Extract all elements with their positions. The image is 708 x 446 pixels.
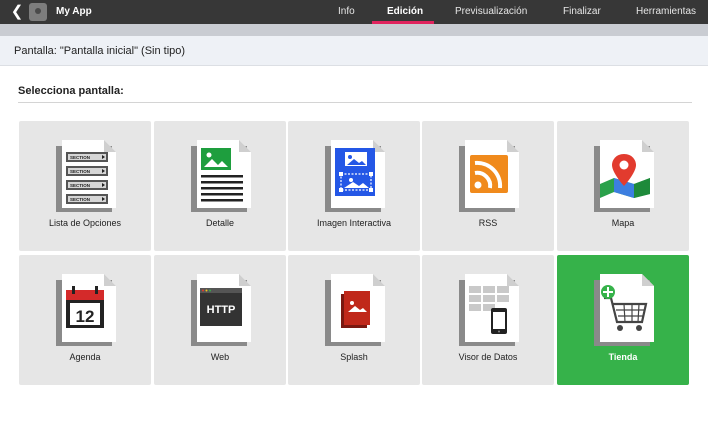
tile-label: Lista de Opciones [48, 218, 122, 228]
tile-visor-de-datos[interactable]: Visor de Datos [422, 255, 554, 385]
tile-rss[interactable]: RSS [422, 121, 554, 251]
tile-label: Tienda [608, 352, 638, 362]
section-list-icon: SECTION SECTION SECTION SECTION [56, 140, 116, 212]
interactive-image-icon [325, 140, 385, 212]
tile-detalle[interactable]: Detalle [154, 121, 286, 251]
app-icon [29, 3, 47, 21]
http-browser-icon: HTTP [191, 274, 251, 346]
svg-text:12: 12 [76, 307, 95, 326]
section-title: Selecciona pantalla: [18, 85, 124, 97]
tab-previsualizacion[interactable]: Previsualización [455, 0, 527, 24]
app-title: My App [56, 6, 92, 17]
section-divider [18, 102, 692, 103]
back-button[interactable]: ❮ [8, 3, 26, 21]
tile-web[interactable]: HTTP Web [154, 255, 286, 385]
calendar-icon: 12 [56, 274, 116, 346]
top-nav-bar: ❮ My App Info Edición Previsualización F… [0, 0, 708, 24]
tile-splash[interactable]: Splash [288, 255, 420, 385]
rss-icon [459, 140, 519, 212]
svg-text:SECTION: SECTION [70, 197, 90, 202]
chevron-left-icon: ❮ [10, 3, 24, 20]
tab-info[interactable]: Info [338, 0, 355, 24]
tile-label: Mapa [611, 218, 635, 228]
tile-label: Splash [340, 352, 368, 362]
tile-agenda[interactable]: 12 Agenda [19, 255, 151, 385]
svg-text:HTTP: HTTP [207, 304, 236, 316]
tile-label: Web [210, 352, 230, 362]
tab-finalizar[interactable]: Finalizar [563, 0, 601, 24]
tab-herramientas[interactable]: Herramientas [636, 0, 696, 24]
tile-label: Imagen Interactiva [316, 218, 392, 228]
svg-text:SECTION: SECTION [70, 169, 90, 174]
svg-text:SECTION: SECTION [70, 155, 90, 160]
splash-image-icon [325, 274, 385, 346]
tile-label: Detalle [205, 218, 234, 228]
current-screen-label: Pantalla: "Pantalla inicial" (Sin tipo) [14, 45, 186, 57]
tile-mapa[interactable]: Mapa [557, 121, 689, 251]
data-viewer-icon [459, 274, 519, 346]
tile-label: Visor de Datos [458, 352, 518, 362]
tile-lista-de-opciones[interactable]: SECTION SECTION SECTION SECTION Lista de… [19, 121, 151, 251]
tile-tienda[interactable]: Tienda [557, 255, 689, 385]
detail-page-icon [191, 140, 251, 212]
tile-imagen-interactiva[interactable]: Imagen Interactiva [288, 121, 420, 251]
shopping-cart-icon [594, 274, 654, 346]
svg-text:SECTION: SECTION [70, 183, 90, 188]
toolbar-strip [0, 24, 708, 36]
tile-label: RSS [478, 218, 498, 228]
map-pin-icon [594, 140, 654, 212]
tile-label: Agenda [69, 352, 101, 362]
screen-info-bar: Pantalla: "Pantalla inicial" (Sin tipo) [0, 36, 708, 66]
